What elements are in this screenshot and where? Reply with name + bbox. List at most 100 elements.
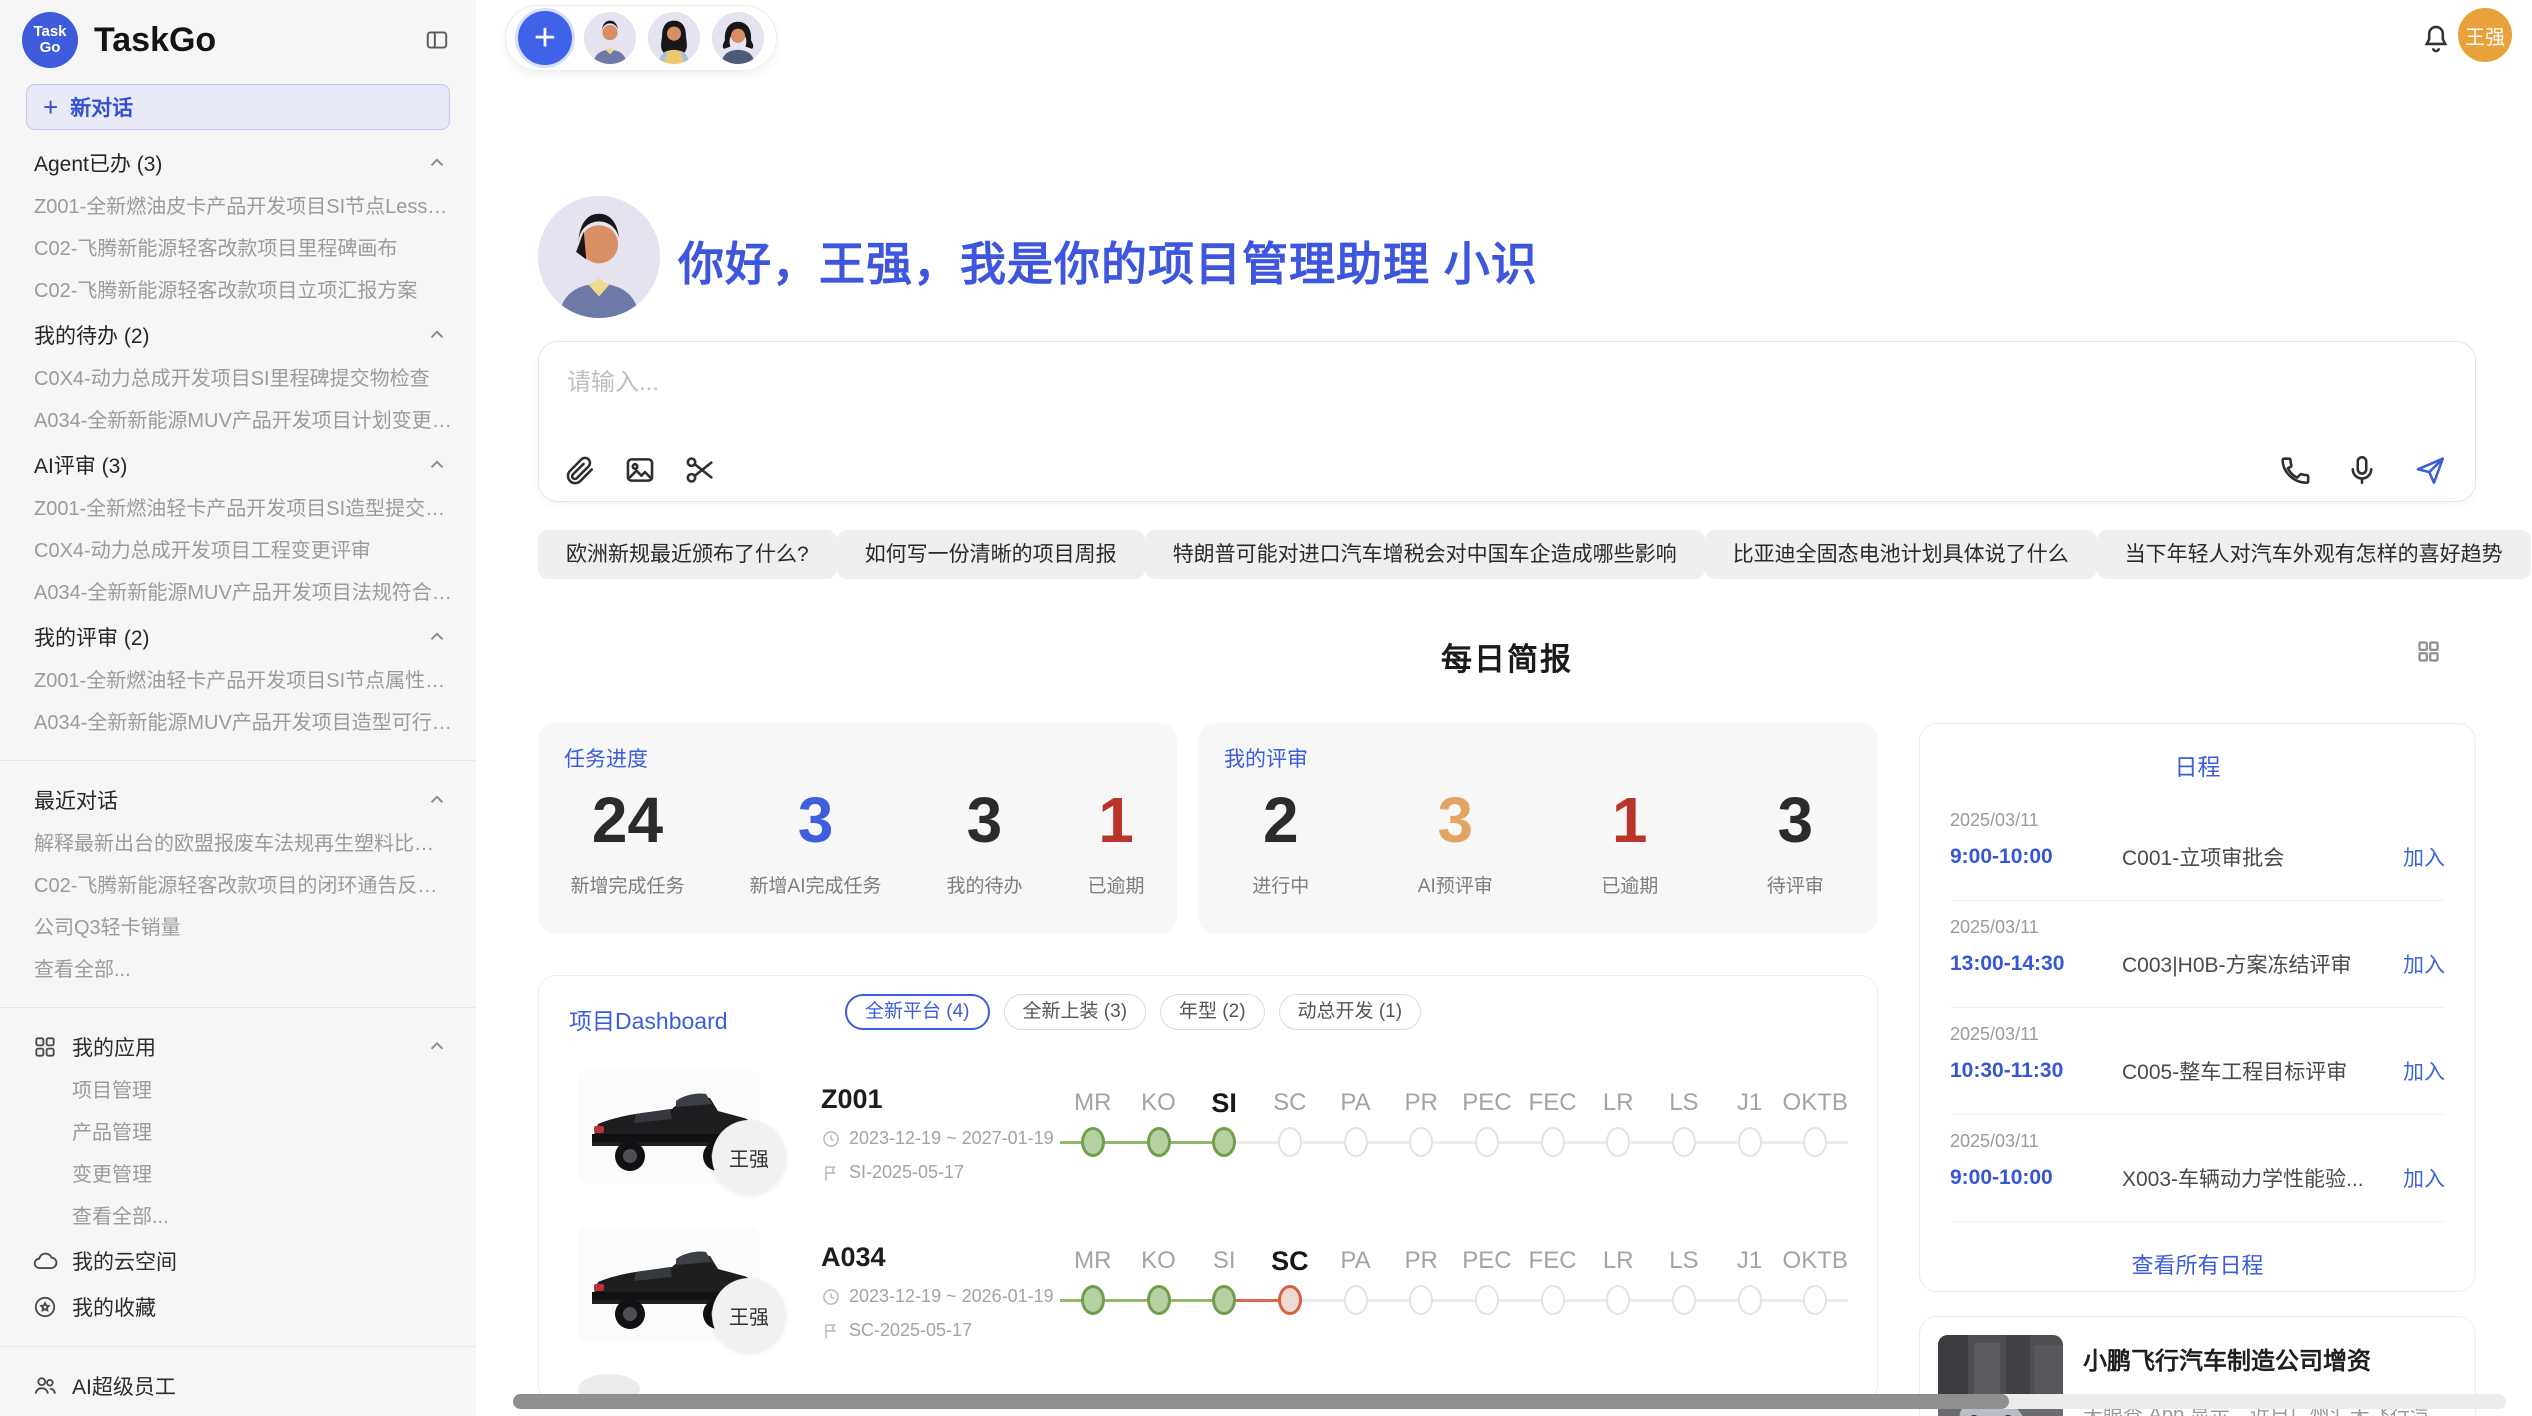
send-icon[interactable] [2413, 453, 2447, 487]
divider [0, 1007, 476, 1008]
sidebar-chat-item[interactable]: Z001-全新燃油皮卡产品开发项目SI节点Lesson Learn报告 [0, 186, 476, 228]
sidebar-chat-item[interactable]: Z001-全新燃油轻卡产品开发项目SI节点属性5D文件评审 [0, 660, 476, 702]
sidebar-chat-item[interactable]: C02-飞腾新能源轻客改款项目的闭环通告反馈情况 [0, 865, 476, 907]
sidebar-section-header[interactable]: 我的评审 (2) [0, 614, 476, 660]
join-link[interactable]: 加入 [2403, 949, 2445, 979]
sidebar-chat-item[interactable]: A034-全新新能源MUV产品开发项目法规符合性评审 [0, 572, 476, 614]
agent-avatar-1[interactable] [584, 12, 636, 64]
schedule-date: 2025/03/11 [1950, 810, 2039, 831]
agent-avatar-3[interactable] [712, 12, 764, 64]
user-avatar[interactable]: 王强 [2458, 8, 2512, 62]
milestone-dot [1081, 1285, 1105, 1315]
stat: 1 已逾期 [1601, 785, 1658, 898]
app-header: Task Go TaskGo [0, 0, 476, 78]
project-dates: 2023-12-19 ~ 2026-01-19 [821, 1286, 1054, 1307]
suggestion-chip[interactable]: 特朗普可能对进口汽车增税会对中国车企造成哪些影响 [1145, 530, 1705, 579]
scrollbar-thumb[interactable] [513, 1394, 2009, 1409]
sidebar-chat-item[interactable]: C0X4-动力总成开发项目SI里程碑提交物检查 [0, 358, 476, 400]
milestone-dot [1278, 1127, 1302, 1157]
divider [0, 760, 476, 761]
clock-icon [821, 1287, 841, 1307]
chat-input[interactable] [565, 360, 2449, 426]
dashboard-tab[interactable]: 年型 (2) [1160, 994, 1265, 1030]
project-row: 王强 Z001 2023-12-19 ~ 2027-01-19 SI-2025-… [539, 1064, 1877, 1222]
join-link[interactable]: 加入 [2403, 842, 2445, 872]
phone-icon[interactable] [2277, 453, 2311, 487]
sidebar-chat-item[interactable]: C02-飞腾新能源轻客改款项目立项汇报方案 [0, 270, 476, 312]
sidebar-item-favorites[interactable]: 我的收藏 [0, 1284, 476, 1330]
sidebar-chat-item[interactable]: A034-全新新能源MUV产品开发项目计划变更表编写 [0, 400, 476, 442]
attachment-icon[interactable] [563, 453, 597, 487]
milestone: LS [1651, 1246, 1717, 1318]
new-chat-button[interactable]: + 新对话 [26, 84, 450, 130]
sidebar-collapse-icon[interactable] [424, 27, 450, 53]
sidebar-section-header[interactable]: 最近对话 [0, 777, 476, 823]
layout-grid-icon[interactable] [2415, 638, 2442, 665]
milestone-dot [1475, 1127, 1499, 1157]
sidebar-item-tool[interactable]: 帮我写作 [0, 1409, 476, 1416]
sidebar-chat-item[interactable]: 产品管理 [0, 1112, 476, 1154]
sidebar-chat-item[interactable]: 项目管理 [0, 1070, 476, 1112]
stat-label: AI预评审 [1418, 871, 1493, 898]
sidebar-item-my-apps[interactable]: 我的应用 [0, 1024, 476, 1070]
sidebar-item-tool[interactable]: AI超级员工 [0, 1363, 476, 1409]
sidebar-section-header[interactable]: 我的待办 (2) [0, 312, 476, 358]
card-title: 任务进度 [564, 743, 648, 773]
sidebar-chat-item[interactable]: Z001-全新燃油轻卡产品开发项目SI造型提交物评审 [0, 488, 476, 530]
milestone-label: LR [1585, 1246, 1651, 1276]
app-logo: Task Go [22, 12, 78, 68]
milestone-dot [1738, 1127, 1762, 1157]
sidebar-section-header[interactable]: Agent已办 (3) [0, 140, 476, 186]
milestone: SI [1191, 1088, 1257, 1160]
notification-bell-icon[interactable] [2419, 22, 2453, 56]
schedule-item: 2025/03/11 10:30-11:30 C005-整车工程目标评审 加入 [1950, 1008, 2445, 1115]
dashboard-tab[interactable]: 动总开发 (1) [1279, 994, 1422, 1030]
image-icon[interactable] [623, 453, 657, 487]
sidebar-chat-item[interactable]: 公司Q3轻卡销量 [0, 907, 476, 949]
suggestion-chip[interactable]: 欧洲新规最近颁布了什么? [538, 530, 837, 579]
assistant-avatar [538, 196, 660, 318]
view-all-schedule-link[interactable]: 查看所有日程 [1920, 1248, 2475, 1280]
milestone-dot [1475, 1285, 1499, 1315]
chevron-up-icon [426, 152, 448, 174]
milestone-dot [1278, 1285, 1302, 1315]
chevron-up-icon [426, 789, 448, 811]
milestone: LR [1585, 1246, 1651, 1318]
app-title: TaskGo [94, 21, 424, 60]
sidebar-item-cloud-space[interactable]: 我的云空间 [0, 1238, 476, 1284]
milestone-label: PR [1388, 1088, 1454, 1118]
sidebar-section-label: AI评审 (3) [34, 450, 426, 480]
suggestion-chip[interactable]: 当下年轻人对汽车外观有怎样的喜好趋势 [2097, 530, 2531, 579]
sidebar-chat-item[interactable]: 查看全部... [0, 949, 476, 991]
sidebar-chat-item[interactable]: A034-全新新能源MUV产品开发项目造型可行性评审 [0, 702, 476, 744]
greeting-text: 你好，王强，我是你的项目管理助理 小识 [678, 228, 1538, 294]
sidebar-chat-item[interactable]: 查看全部... [0, 1196, 476, 1238]
sidebar-chat-item[interactable]: C02-飞腾新能源轻客改款项目里程碑画布 [0, 228, 476, 270]
project-code[interactable]: Z001 [821, 1084, 883, 1115]
flag-icon [821, 1321, 841, 1341]
dashboard-tab[interactable]: 全新平台 (4) [845, 994, 990, 1030]
project-code[interactable]: A034 [821, 1242, 886, 1273]
microphone-icon[interactable] [2345, 453, 2379, 487]
schedule-event-title: C001-立项审批会 [2122, 842, 2393, 872]
sidebar-chat-item[interactable]: 解释最新出台的欧盟报废车法规再生塑料比例被调至15%... [0, 823, 476, 865]
stat: 3 待评审 [1767, 785, 1824, 898]
sidebar-chat-item[interactable]: 变更管理 [0, 1154, 476, 1196]
add-agent-button[interactable]: + [518, 11, 572, 65]
my-review-card: 我的评审 2 进行中 3 AI预评审 1 已逾期 3 待评审 [1198, 723, 1878, 934]
dashboard-tab[interactable]: 全新上装 (3) [1004, 994, 1147, 1030]
milestone: FEC [1520, 1246, 1586, 1318]
sidebar-section-header[interactable]: AI评审 (3) [0, 442, 476, 488]
suggestion-chip[interactable]: 比亚迪全固态电池计划具体说了什么 [1705, 530, 2097, 579]
milestone-dot [1212, 1127, 1236, 1157]
join-link[interactable]: 加入 [2403, 1056, 2445, 1086]
agent-avatar-2[interactable] [648, 12, 700, 64]
suggestion-chip[interactable]: 如何写一份清晰的项目周报 [837, 530, 1145, 579]
sidebar-chat-item[interactable]: C0X4-动力总成开发项目工程变更评审 [0, 530, 476, 572]
join-link[interactable]: 加入 [2403, 1163, 2445, 1193]
sidebar-section-label: 我的待办 (2) [34, 320, 426, 350]
milestone: PA [1323, 1246, 1389, 1318]
scissors-icon[interactable] [683, 453, 717, 487]
schedule-event-title: X003-车辆动力学性能验... [2122, 1163, 2393, 1193]
milestone-label: LS [1651, 1088, 1717, 1118]
